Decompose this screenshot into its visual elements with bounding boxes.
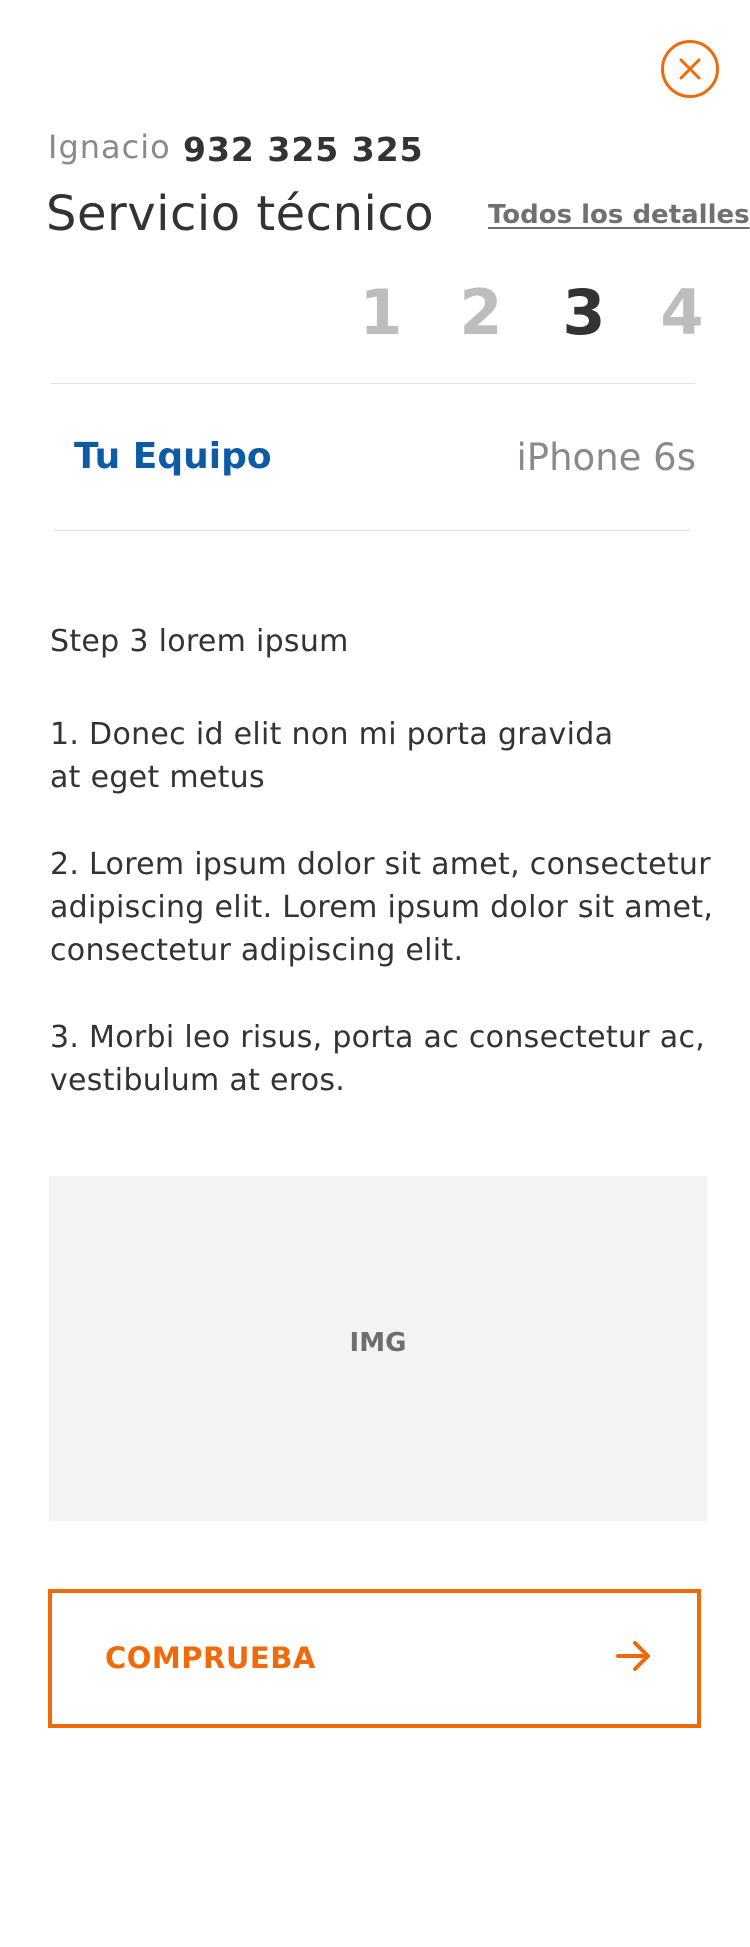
divider bbox=[50, 383, 695, 384]
step-1[interactable]: 1 bbox=[351, 276, 411, 349]
close-icon bbox=[679, 58, 701, 80]
comprueba-button[interactable]: COMPRUEBA bbox=[48, 1589, 701, 1728]
close-button[interactable] bbox=[661, 40, 719, 98]
instruction-item-1: 1. Donec id elit non mi porta gravida at… bbox=[50, 717, 614, 795]
device-label: Tu Equipo bbox=[74, 436, 272, 477]
user-phone: 932 325 325 bbox=[183, 130, 424, 169]
step-2[interactable]: 2 bbox=[451, 276, 511, 349]
image-placeholder-label: IMG bbox=[349, 1328, 407, 1358]
step-3-active[interactable]: 3 bbox=[554, 276, 614, 349]
instruction-item-3: 3. Morbi leo risus, porta ac consectetur… bbox=[50, 1020, 706, 1098]
instruction-item-2: 2. Lorem ipsum dolor sit amet, consectet… bbox=[50, 847, 714, 968]
step-4[interactable]: 4 bbox=[652, 276, 712, 349]
step-indicator: 1 2 3 4 bbox=[0, 276, 750, 349]
arrow-right-icon bbox=[616, 1641, 650, 1671]
divider bbox=[54, 530, 690, 531]
details-link[interactable]: Todos los detalles bbox=[488, 200, 750, 230]
instructions-intro: Step 3 lorem ipsum bbox=[50, 624, 349, 659]
comprueba-button-label: COMPRUEBA bbox=[105, 1641, 316, 1675]
device-value: iPhone 6s bbox=[516, 436, 696, 479]
image-placeholder: IMG bbox=[49, 1176, 707, 1521]
instructions: Step 3 lorem ipsum 1. Donec id elit non … bbox=[50, 620, 720, 1146]
page-title: Servicio técnico bbox=[46, 186, 435, 242]
user-name: Ignacio bbox=[48, 128, 171, 166]
